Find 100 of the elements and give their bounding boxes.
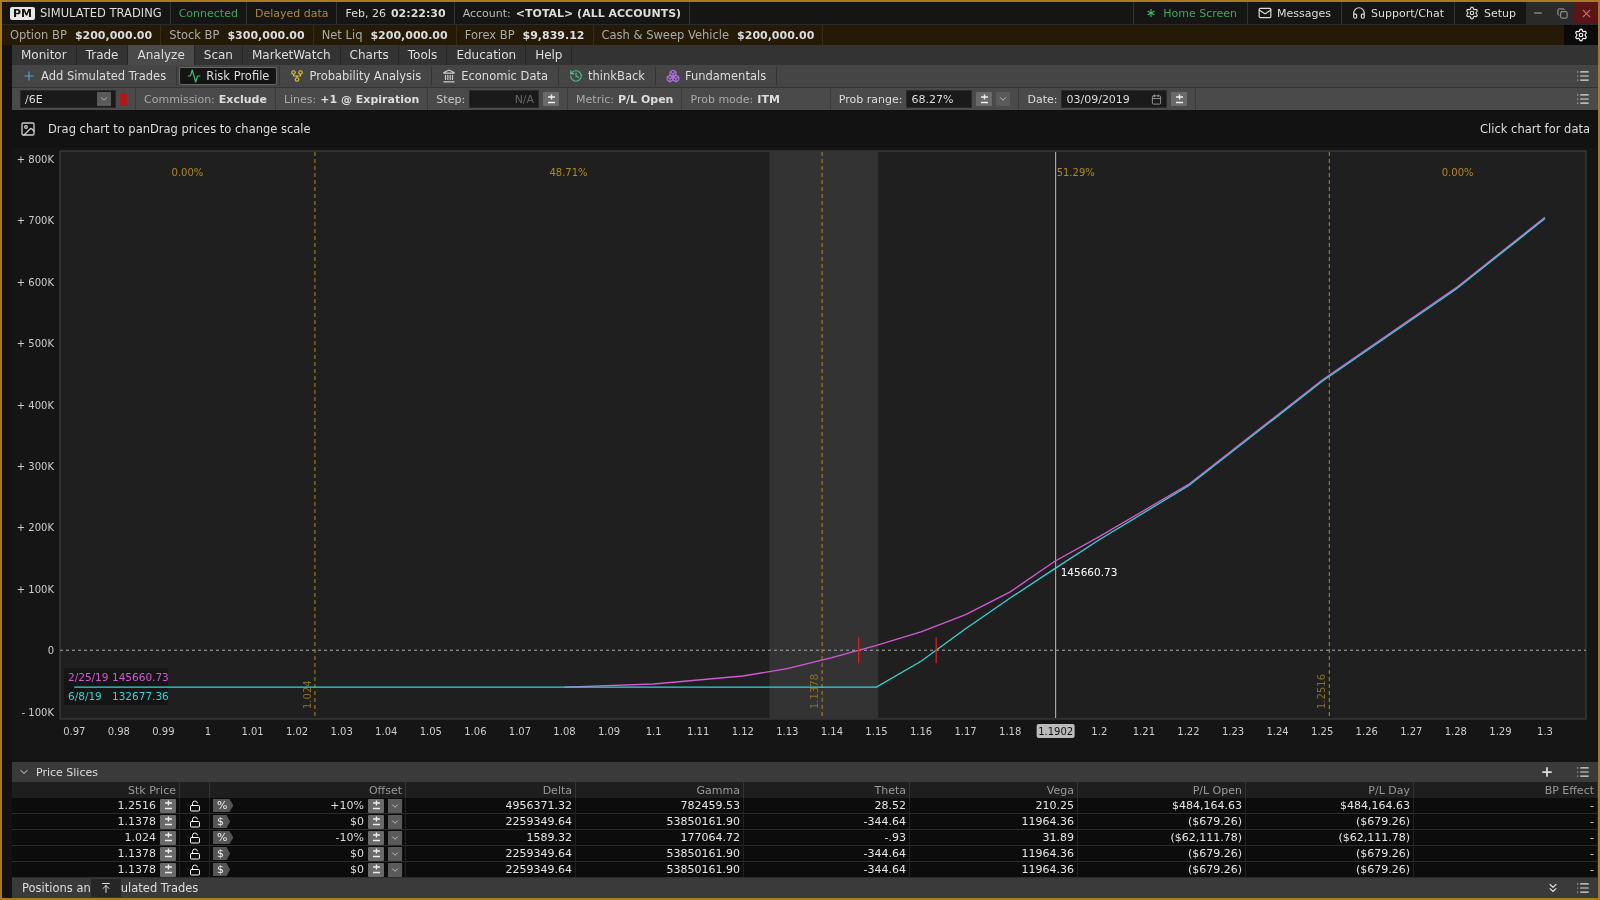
chevron-icon [998,94,1009,104]
stepper-button[interactable] [543,92,560,106]
dropdown-button[interactable] [388,830,402,845]
toolbar-tab[interactable]: Add Simulated Trades [14,67,175,85]
lock-icon[interactable] [188,831,201,844]
settings-icon [1464,6,1479,20]
table-cell: 2259349.64 [406,862,576,878]
table-cell: 2259349.64 [406,814,576,830]
expand-button[interactable] [90,879,121,897]
account-label: Account: [462,6,511,20]
stepper-button[interactable] [160,814,176,829]
lock-icon[interactable] [188,863,201,876]
balance-label: Forex BP [464,28,515,42]
symbol-field[interactable]: /6E [20,90,116,108]
date-label: Feb, 26 [345,6,386,20]
probability-label: 51.29% [1056,167,1095,178]
axis-tick-label: + 400K [16,399,54,411]
unit-tag[interactable]: $ [213,847,230,860]
lock-icon[interactable] [188,799,201,812]
table-cell: - [1414,846,1598,862]
date-field-label: Date: [1027,92,1058,106]
mode-label: SIMULATED TRADING [40,6,162,20]
metric-label: Metric: [576,92,614,106]
stepper-button[interactable] [368,830,384,845]
lock-icon[interactable] [188,815,201,828]
toolbar-tab[interactable]: Economic Data [434,67,557,85]
stepper-button[interactable] [160,862,176,877]
stepper-button[interactable] [368,862,384,877]
plus-minus-icon [979,93,989,105]
plus-minus-icon [371,800,381,811]
lock-icon[interactable] [188,847,201,860]
stepper-button[interactable] [160,846,176,861]
plus-icon [22,69,36,83]
unit-tag[interactable]: % [213,831,234,844]
plus-minus-icon [371,864,381,875]
toolbar-tab[interactable]: Probability Analysis [282,67,430,85]
restore-icon [1556,7,1568,19]
axis-tick-label: 1.28 [1444,726,1467,737]
plus-minus-icon [163,816,173,827]
column-header: Theta [744,782,910,798]
table-cell: 1.024 [124,831,156,844]
stepper-button[interactable] [160,798,176,813]
axis-tick-label: 1.12 [731,726,754,737]
column-header: Vega [910,782,1078,798]
dropdown-button[interactable] [388,798,402,813]
table-cell: ($679.26) [1246,846,1414,862]
plus-minus-icon [1174,93,1184,105]
crosshair-price-label: 1.1902 [1036,724,1075,738]
date-field[interactable]: 03/09/2019 [1061,90,1168,108]
probability-label: 0.00% [171,167,204,178]
table-cell: -344.64 [744,862,910,878]
table-cell: - [1414,798,1598,814]
legend-date: 2/25/19 [68,671,109,684]
stepper-button[interactable] [1171,92,1188,106]
step-label: Step: [436,92,466,106]
stepper-button[interactable] [160,830,176,845]
unit-tag[interactable]: $ [213,815,230,828]
breakeven-mark [935,636,937,664]
settings-button[interactable] [1564,25,1598,45]
unit-tag[interactable]: $ [213,863,230,876]
axis-tick-label: 1.17 [954,726,977,737]
axis-tick-label: + 500K [16,338,54,350]
dropdown-button[interactable] [388,814,402,829]
toolbar-tab[interactable]: Fundamentals [657,67,775,85]
axis-tick-label: 1.1 [645,726,662,737]
minimize-button[interactable] [1526,2,1550,24]
stepper-button[interactable] [368,814,384,829]
prob-range-field[interactable]: 68.27% [906,90,973,108]
stepper-button[interactable] [368,846,384,861]
lines-label: Lines: [283,92,317,106]
stepper-button[interactable] [976,92,993,106]
prob-mode-value[interactable]: ITM [757,92,780,106]
header-link[interactable]: Home Screen [1133,2,1248,24]
axis-tick-label: 1.14 [820,726,844,737]
stepper-button[interactable] [368,798,384,813]
table-cell: ($679.26) [1078,846,1246,862]
strike-label: 1.024 [301,680,313,709]
header-link[interactable]: Support/Chat [1341,2,1454,24]
axis-tick-label: + 600K [16,276,54,288]
header-link[interactable]: Messages [1247,2,1342,24]
table-cell: ($679.26) [1078,814,1246,830]
chevrons-down-icon [1546,881,1560,895]
close-button[interactable] [1574,2,1598,24]
toolbar-tab[interactable]: thinkBack [561,67,653,85]
metric-value[interactable]: P/L Open [618,92,674,106]
axis-tick-label: 1.22 [1177,726,1200,737]
table-cell: ($679.26) [1246,862,1414,878]
toolbar-tab[interactable]: Risk Profile [179,67,278,85]
dropdown-button[interactable] [388,846,402,861]
dropdown-button[interactable] [388,862,402,877]
unit-tag[interactable]: % [213,799,234,812]
commission-value[interactable]: Exclude [218,92,267,106]
menu-tab[interactable]: Analyze [128,45,195,65]
data-status: Delayed data [254,6,329,20]
chart-icon [187,69,202,83]
prob-range-value: 68.27% [911,92,954,106]
axis-tick-label: 1.15 [865,726,888,737]
lines-value[interactable]: +1 @ Expiration [320,92,420,106]
table-cell: 2259349.64 [406,846,576,862]
axis-tick-label: + 300K [16,461,54,472]
